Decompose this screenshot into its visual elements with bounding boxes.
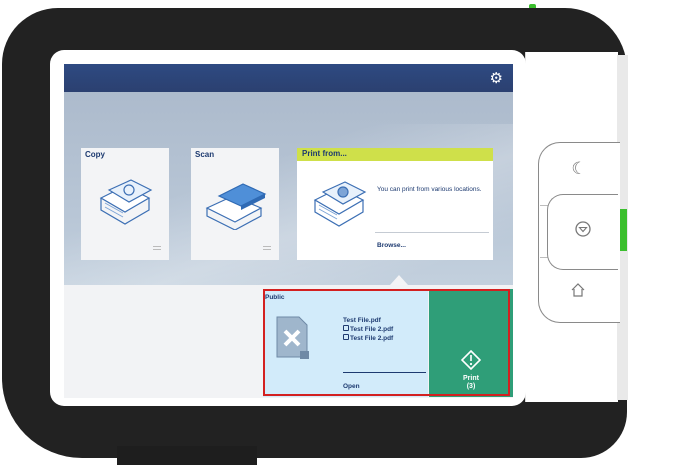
divider bbox=[375, 232, 489, 233]
panel-hinge bbox=[117, 446, 257, 465]
selection-pointer bbox=[390, 275, 408, 285]
print-documents-icon bbox=[313, 181, 367, 227]
print-from-header: Print from... bbox=[297, 148, 493, 161]
tile-grip bbox=[153, 244, 161, 250]
scanner-icon bbox=[205, 183, 267, 230]
browse-link[interactable]: Browse... bbox=[377, 242, 406, 249]
gear-icon[interactable]: ⚙ bbox=[490, 69, 503, 87]
print-from-tile[interactable]: Print from... You can print from various… bbox=[297, 148, 493, 260]
scan-label: Scan bbox=[195, 150, 215, 159]
copy-label: Copy bbox=[85, 150, 105, 159]
print-from-description: You can print from various locations. bbox=[377, 186, 482, 193]
tile-grip bbox=[263, 244, 271, 250]
copy-document-icon bbox=[99, 179, 153, 225]
moon-icon[interactable]: ☾ bbox=[564, 159, 594, 179]
print-from-label: Print from... bbox=[302, 149, 347, 158]
scan-tile[interactable]: Scan bbox=[191, 148, 279, 260]
home-icon[interactable] bbox=[563, 281, 593, 304]
copy-tile[interactable]: Copy bbox=[81, 148, 169, 260]
highlight-frame bbox=[263, 289, 510, 396]
power-icon[interactable] bbox=[568, 220, 598, 243]
top-bar: ⚙ bbox=[64, 64, 513, 92]
